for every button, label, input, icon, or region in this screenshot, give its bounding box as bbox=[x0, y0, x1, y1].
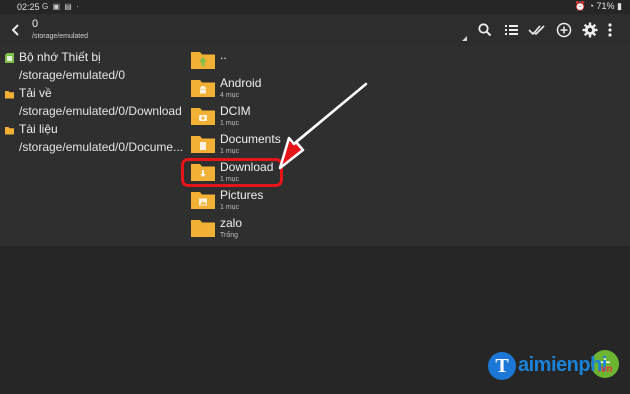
status-notification-icons: G ▣ ▤ · bbox=[42, 2, 80, 11]
download-highlight-box bbox=[181, 158, 283, 187]
bookmark-path: /storage/emulated/0/Docume... bbox=[19, 140, 184, 154]
bookmarks-pane: Bộ nhớ Thiết bị /storage/emulated/0 Tải … bbox=[0, 46, 186, 246]
path-subtitle: /storage/emulated bbox=[32, 33, 89, 40]
more-vert-icon bbox=[608, 23, 612, 37]
battery-icon: ▮ bbox=[617, 1, 622, 11]
folder-up-icon bbox=[191, 52, 215, 69]
bookmark-name: Tài liệu bbox=[19, 122, 58, 136]
folder-icon bbox=[5, 91, 14, 99]
folder-icon bbox=[5, 127, 14, 135]
red-arrow-annotation bbox=[278, 82, 368, 170]
file-meta: 1 mục bbox=[220, 204, 240, 211]
file-row-zalo[interactable]: zalo Trống bbox=[191, 214, 391, 242]
battery-percent: 71% bbox=[596, 1, 615, 11]
alarm-icon: ⏰ bbox=[574, 1, 587, 11]
file-name: Android bbox=[220, 76, 262, 90]
folder-image-icon bbox=[191, 192, 215, 209]
bookmark-name: Bộ nhớ Thiết bị bbox=[19, 50, 101, 64]
more-options-button[interactable] bbox=[604, 21, 616, 39]
file-meta: 1 mục bbox=[220, 120, 240, 127]
list-view-icon bbox=[505, 25, 518, 35]
file-name: zalo bbox=[220, 216, 243, 230]
bookmark-name: Tải về bbox=[19, 86, 52, 100]
toolbar: 0 /storage/emulated bbox=[0, 14, 630, 46]
status-time: 02:25 bbox=[17, 2, 40, 12]
settings-button[interactable] bbox=[581, 21, 599, 39]
file-name: DCIM bbox=[220, 104, 251, 118]
wifi-icon: ◔ bbox=[588, 1, 594, 11]
search-icon bbox=[478, 23, 492, 37]
bookmark-path: /storage/emulated/0 bbox=[19, 68, 126, 82]
sd-card-icon bbox=[5, 53, 14, 63]
multi-select-icon bbox=[528, 25, 545, 36]
bookmark-path: /storage/emulated/0/Download bbox=[19, 104, 182, 118]
path-dropdown-icon[interactable] bbox=[462, 36, 467, 41]
multi-select-button[interactable] bbox=[528, 21, 546, 39]
file-meta: 1 mục bbox=[220, 148, 240, 155]
watermark-text: aimienphi bbox=[518, 354, 607, 376]
watermark-logo-icon: T bbox=[488, 352, 516, 380]
folder-icon bbox=[191, 220, 215, 237]
folder-document-icon bbox=[191, 136, 215, 153]
arrow-left-icon bbox=[11, 24, 19, 36]
file-list-pane: .. Android 4 mục DCIM 1 mục Documents 1 … bbox=[186, 46, 630, 246]
status-right-group: ⏰ ◔ 71% ▮ bbox=[575, 1, 622, 12]
settings-icon bbox=[582, 22, 598, 38]
file-name: Pictures bbox=[220, 188, 264, 202]
back-button[interactable] bbox=[7, 19, 25, 41]
add-icon bbox=[556, 22, 572, 38]
watermark-suffix: .vn bbox=[598, 364, 613, 375]
file-row-pictures[interactable]: Pictures 1 mục bbox=[191, 186, 391, 214]
file-row-parent[interactable]: .. bbox=[191, 46, 391, 74]
folder-android-icon bbox=[191, 80, 215, 97]
add-button[interactable] bbox=[555, 21, 573, 39]
file-name: .. bbox=[220, 48, 227, 62]
file-meta: Trống bbox=[220, 232, 239, 239]
status-bar: 02:25 G ▣ ▤ · ⏰ ◔ 71% ▮ bbox=[0, 0, 630, 14]
file-meta: 4 mục bbox=[220, 92, 240, 99]
search-button[interactable] bbox=[476, 21, 494, 39]
list-view-button[interactable] bbox=[502, 21, 520, 39]
path-title: 0 bbox=[32, 18, 39, 30]
folder-camera-icon bbox=[191, 108, 215, 125]
